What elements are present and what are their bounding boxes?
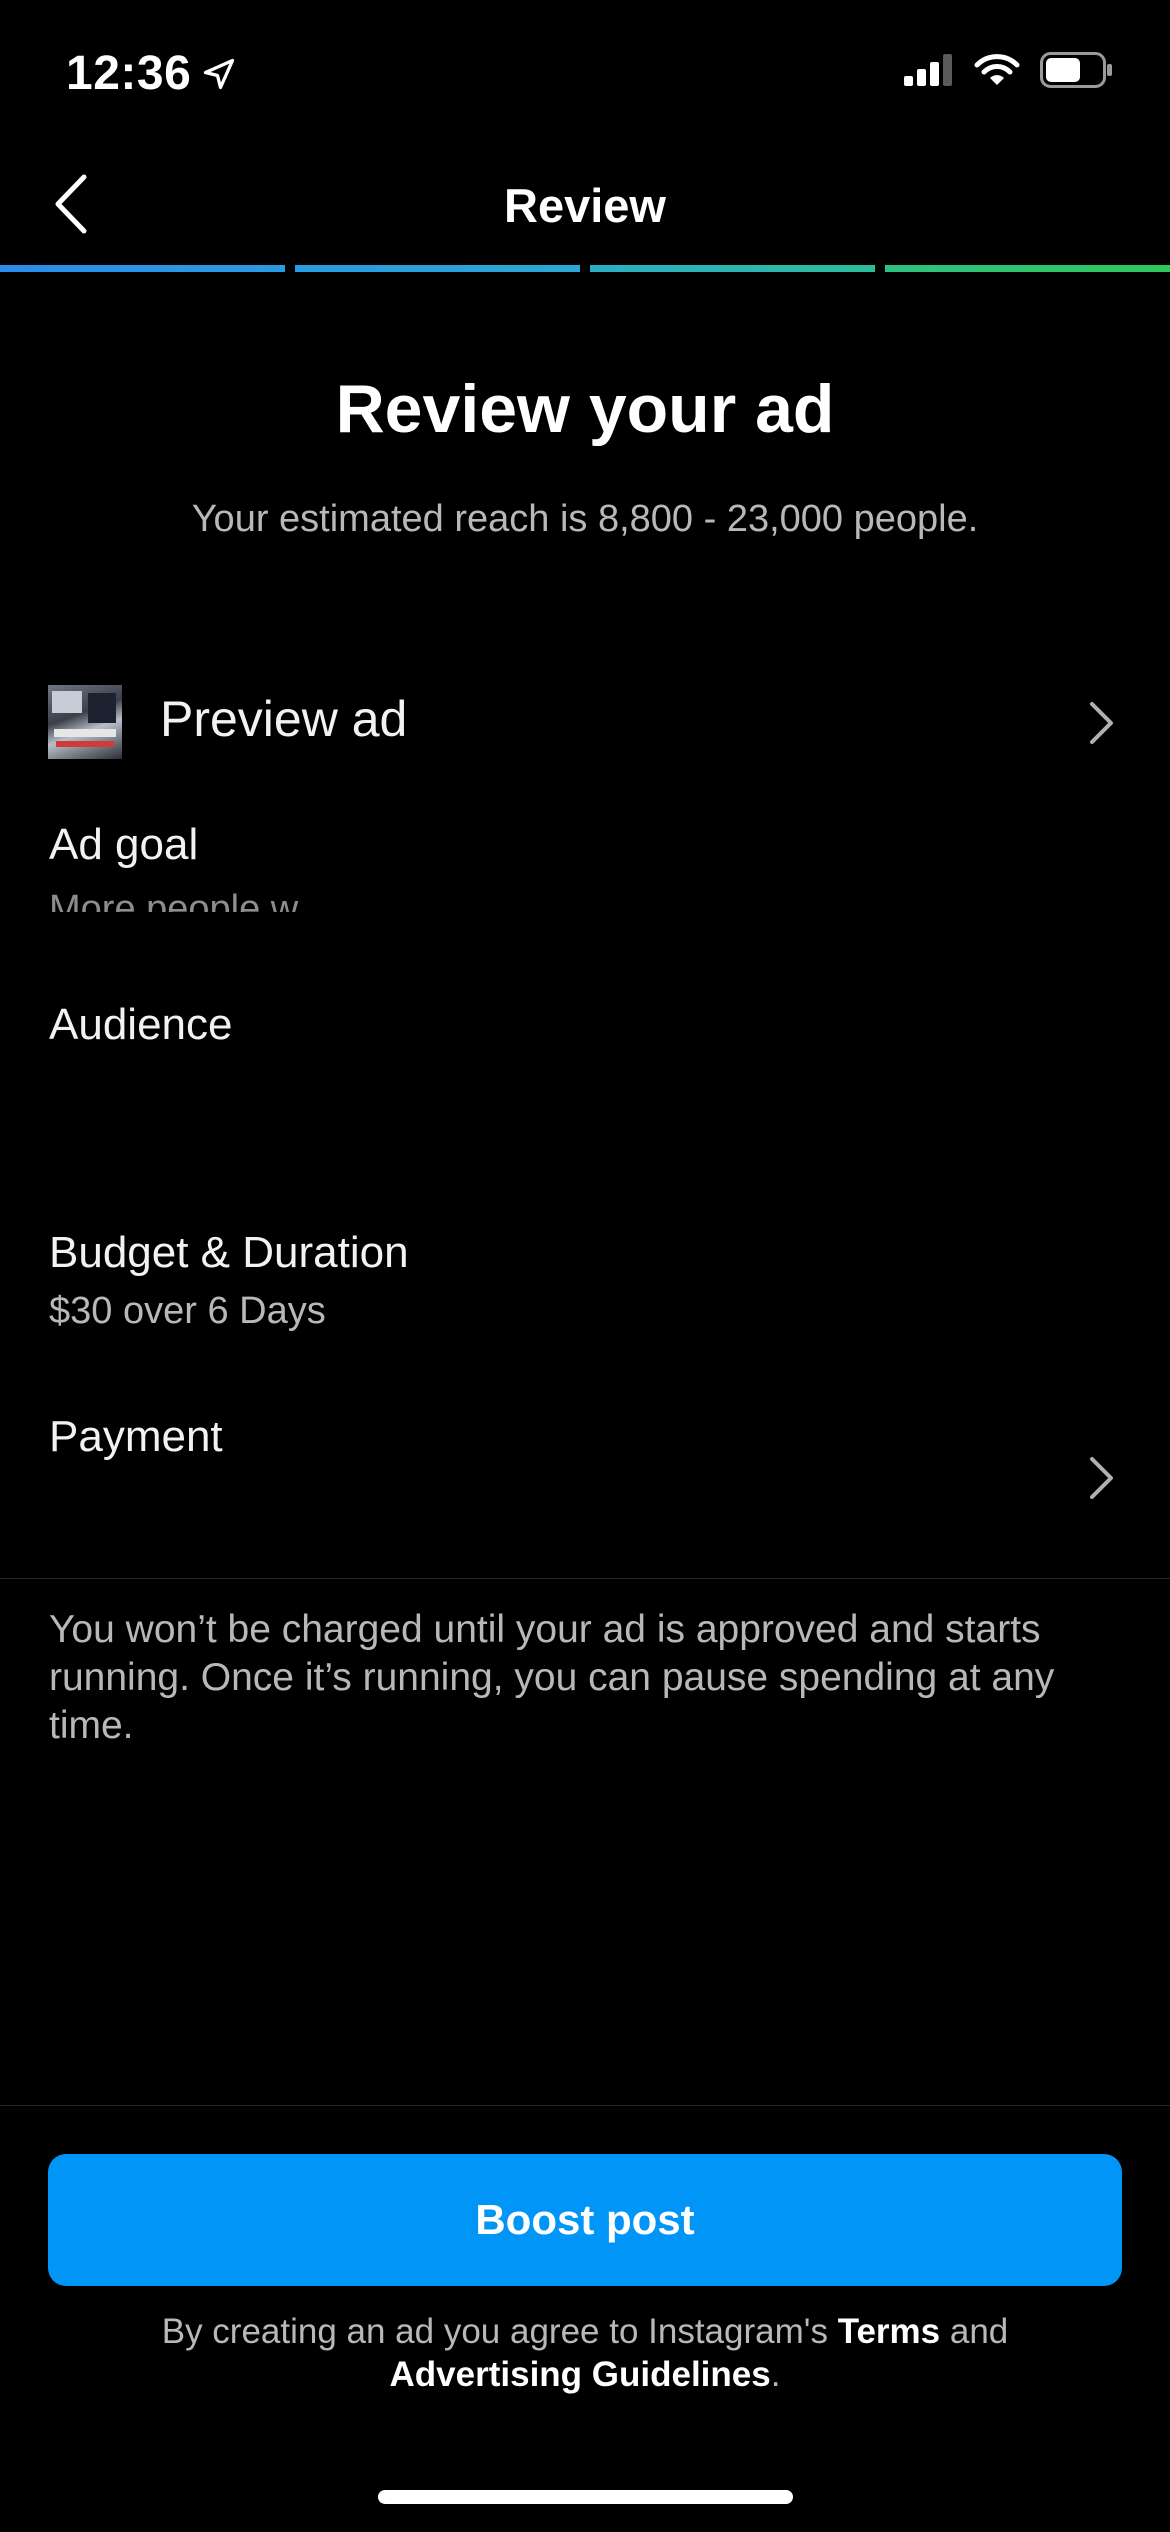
preview-ad-label: Preview ad xyxy=(160,691,408,747)
chevron-right-icon xyxy=(1090,702,1113,744)
location-arrow-icon xyxy=(204,58,235,89)
budget-duration-value: $30 over 6 Days xyxy=(49,1290,326,1332)
audience-value-redacted-2 xyxy=(49,1114,229,1122)
preview-ad-row[interactable]: Preview ad xyxy=(0,680,1170,770)
progress-step-3 xyxy=(590,265,875,272)
page-title: Review xyxy=(504,179,666,232)
budget-duration-label: Budget & Duration xyxy=(49,1228,409,1277)
divider xyxy=(0,1578,1170,1579)
battery-icon xyxy=(1040,52,1112,88)
budget-duration-row[interactable]: Budget & Duration $30 over 6 Days xyxy=(0,1228,1170,1348)
terms-link[interactable]: Terms xyxy=(838,2312,940,2351)
ad-thumbnail xyxy=(48,685,122,759)
progress-step-1 xyxy=(0,265,285,272)
legal-middle: and xyxy=(940,2312,1009,2351)
home-indicator[interactable] xyxy=(378,2490,793,2504)
legal-prefix: By creating an ad you agree to Instagram… xyxy=(161,2312,838,2351)
boost-post-button[interactable]: Boost post xyxy=(48,2154,1122,2286)
nav-bar: Review xyxy=(0,160,1170,250)
legal-suffix: . xyxy=(770,2355,781,2394)
time-text: 12:36 xyxy=(66,47,192,100)
advertising-guidelines-link[interactable]: Advertising Guidelines xyxy=(390,2355,771,2394)
ad-goal-label: Ad goal xyxy=(49,820,199,869)
audience-row: Audience xyxy=(0,1000,1170,1170)
audience-label: Audience xyxy=(49,1000,233,1049)
status-icons xyxy=(904,52,1114,88)
progress-step-2 xyxy=(295,265,580,272)
cellular-signal-icon xyxy=(904,54,952,86)
legal-text: By creating an ad you agree to Instagram… xyxy=(60,2310,1110,2396)
progress-step-4 xyxy=(885,265,1170,272)
ad-goal-row: Ad goal More people w xyxy=(0,820,1170,940)
status-bar: 12:36 xyxy=(0,0,1170,150)
charge-note: You won’t be charged until your ad is ap… xyxy=(49,1608,1055,1747)
review-heading: Review your ad xyxy=(335,371,835,447)
chevron-right-icon xyxy=(1090,1457,1113,1499)
wifi-icon xyxy=(974,54,1020,85)
payment-value-redacted xyxy=(49,1492,749,1508)
ad-goal-value: More people w xyxy=(49,890,299,912)
payment-row[interactable]: Payment xyxy=(0,1412,1170,1522)
divider xyxy=(0,2105,1170,2106)
step-progress xyxy=(0,265,1170,272)
status-time: 12:36 xyxy=(66,46,237,101)
estimated-reach: Your estimated reach is 8,800 - 23,000 p… xyxy=(191,498,979,540)
payment-label: Payment xyxy=(49,1412,223,1461)
audience-value-redacted xyxy=(49,1078,1129,1094)
